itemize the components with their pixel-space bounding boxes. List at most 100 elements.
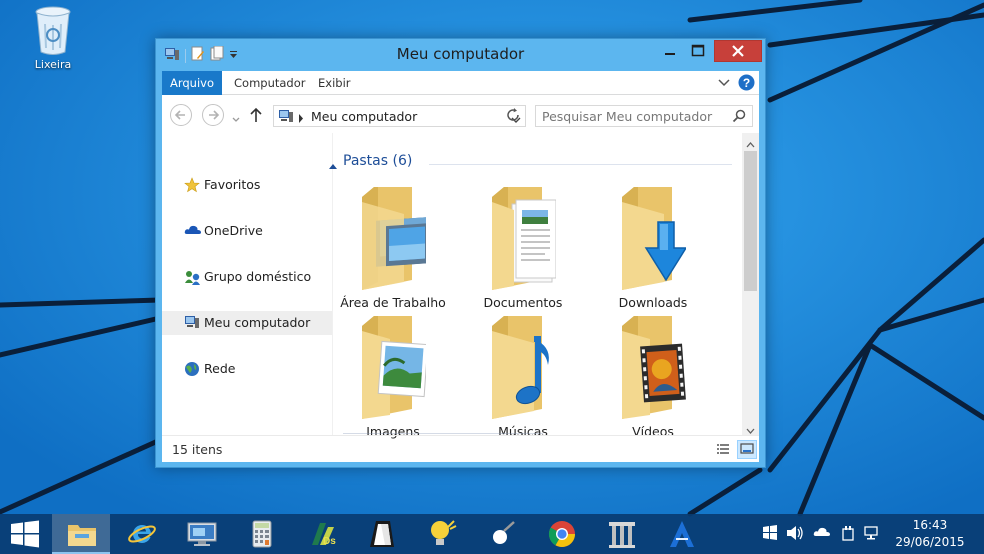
maximize-button[interactable] [684,40,712,62]
recycle-bin-icon [35,6,71,55]
star-icon [184,177,200,196]
search-box[interactable]: Pesquisar Meu computador [535,105,753,127]
folder-label: Downloads [618,295,688,310]
network-tray-icon[interactable] [863,525,879,544]
group-header-folders[interactable]: Pastas (6) [343,153,412,169]
computer-icon [278,109,294,126]
folder-desktop-icon [362,187,426,290]
folder-downloads-icon [622,187,686,290]
internet-explorer-icon [128,525,156,543]
address-path[interactable]: Meu computador [311,109,417,124]
start-button[interactable] [0,514,50,554]
close-button[interactable] [714,40,762,62]
taskbar-remote-desktop[interactable] [172,514,230,554]
dreamweaver-icon: Ds [312,523,336,547]
expand-ribbon-icon[interactable] [718,77,730,91]
scrollbar-thumb[interactable] [744,151,757,291]
homegroup-icon [184,269,202,288]
ribbon-controls: ? [718,74,755,94]
taskbar-autocad[interactable] [652,514,710,554]
folder-videos-icon [622,316,686,419]
nav-label: Rede [204,361,236,376]
back-button[interactable] [170,104,192,126]
pantheon-icon [609,522,635,548]
folder-videos[interactable]: Vídeos [593,311,713,439]
folder-label: Área de Trabalho [340,295,446,310]
group-divider [429,164,732,165]
refresh-button[interactable] [505,107,521,126]
folder-downloads[interactable]: Downloads [593,182,713,310]
recent-locations-button[interactable] [232,112,240,126]
nav-item-network[interactable]: Rede [162,357,332,381]
onedrive-icon [184,223,202,240]
breadcrumb-chevron-icon[interactable] [298,112,304,126]
taskbar-paint-app[interactable] [472,514,530,554]
chevron-down-icon [232,117,240,122]
item-count: 15 itens [172,442,223,457]
ribbon-tabs: Arquivo Computador Exibir ? [162,71,759,95]
action-center-icon[interactable] [762,525,778,544]
folder-pictures[interactable]: Imagens [333,311,453,439]
tab-view[interactable]: Exibir [308,71,361,95]
large-icons-view-button[interactable] [737,440,757,459]
scroll-up-icon[interactable] [746,137,755,151]
folder-documents-icon [492,187,556,290]
refresh-icon [507,108,519,121]
nav-item-homegroup[interactable]: Grupo doméstico [162,265,332,289]
window-client-area: Arquivo Computador Exibir ? Meu computad… [162,71,759,462]
remote-desktop-icon [187,522,217,546]
minimize-button[interactable] [656,40,684,62]
nav-item-favorites[interactable]: Favoritos [162,173,332,197]
desktop-icon-label: Lixeira [34,58,72,71]
file-explorer-window[interactable]: Meu computador Arquivo Computador Exibir… [155,38,766,468]
arrow-right-icon [209,110,220,120]
arrow-left-icon [174,110,185,120]
system-clock[interactable]: 16:43 29/06/2015 [880,517,980,551]
nav-label: Meu computador [204,315,311,330]
taskbar-internet-explorer[interactable] [112,514,170,554]
windows-logo-icon [11,520,39,548]
collapse-group-icon[interactable] [329,160,337,174]
folder-music-icon [492,316,549,419]
address-bar[interactable]: Meu computador [273,105,526,127]
nav-label: OneDrive [204,223,263,238]
folder-desktop[interactable]: Área de Trabalho [333,182,453,310]
inkscape-icon [370,521,394,547]
nav-item-onedrive[interactable]: OneDrive [162,219,332,243]
folder-music[interactable]: Músicas [463,311,583,439]
onedrive-tray-icon[interactable] [813,525,831,542]
nav-item-computer[interactable]: Meu computador [162,311,332,335]
network-icon [184,361,200,380]
search-icon[interactable] [732,109,746,126]
forward-button[interactable] [202,104,224,126]
taskbar: Ds 16:43 29/06/2015 [0,514,984,554]
details-view-button[interactable] [714,440,734,459]
taskbar-chrome[interactable] [532,514,590,554]
title-bar[interactable]: Meu computador [156,39,765,71]
volume-icon[interactable] [786,525,804,544]
details-view-icon [717,444,729,454]
vertical-scrollbar[interactable] [742,133,759,435]
taskbar-lightbulb-app[interactable] [412,514,470,554]
tab-file[interactable]: Arquivo [162,71,222,95]
autocad-icon [670,521,694,547]
up-button[interactable] [249,107,263,126]
taskbar-file-explorer[interactable] [52,514,110,554]
taskbar-inkscape[interactable] [352,514,410,554]
lightbulb-icon [431,520,457,545]
status-bar: 15 itens [162,435,759,462]
desktop-icon-recycle-bin[interactable]: Lixeira [22,4,84,71]
taskbar-calculator[interactable] [232,514,290,554]
folder-documents[interactable]: Documentos [463,182,583,310]
address-row: Meu computador Pesquisar Meu computador [162,100,759,130]
taskbar-dreamweaver[interactable]: Ds [292,514,350,554]
power-icon[interactable] [840,525,856,544]
tab-computer[interactable]: Computador [224,71,315,95]
folder-pictures-icon [362,316,426,419]
svg-text:?: ? [743,76,750,90]
taskbar-pantheon-app[interactable] [592,514,650,554]
arrow-up-icon [250,107,262,122]
close-icon [732,45,744,57]
navigation-pane: Favoritos OneDrive Grupo doméstico Meu c… [162,133,332,435]
help-icon[interactable]: ? [738,74,755,94]
